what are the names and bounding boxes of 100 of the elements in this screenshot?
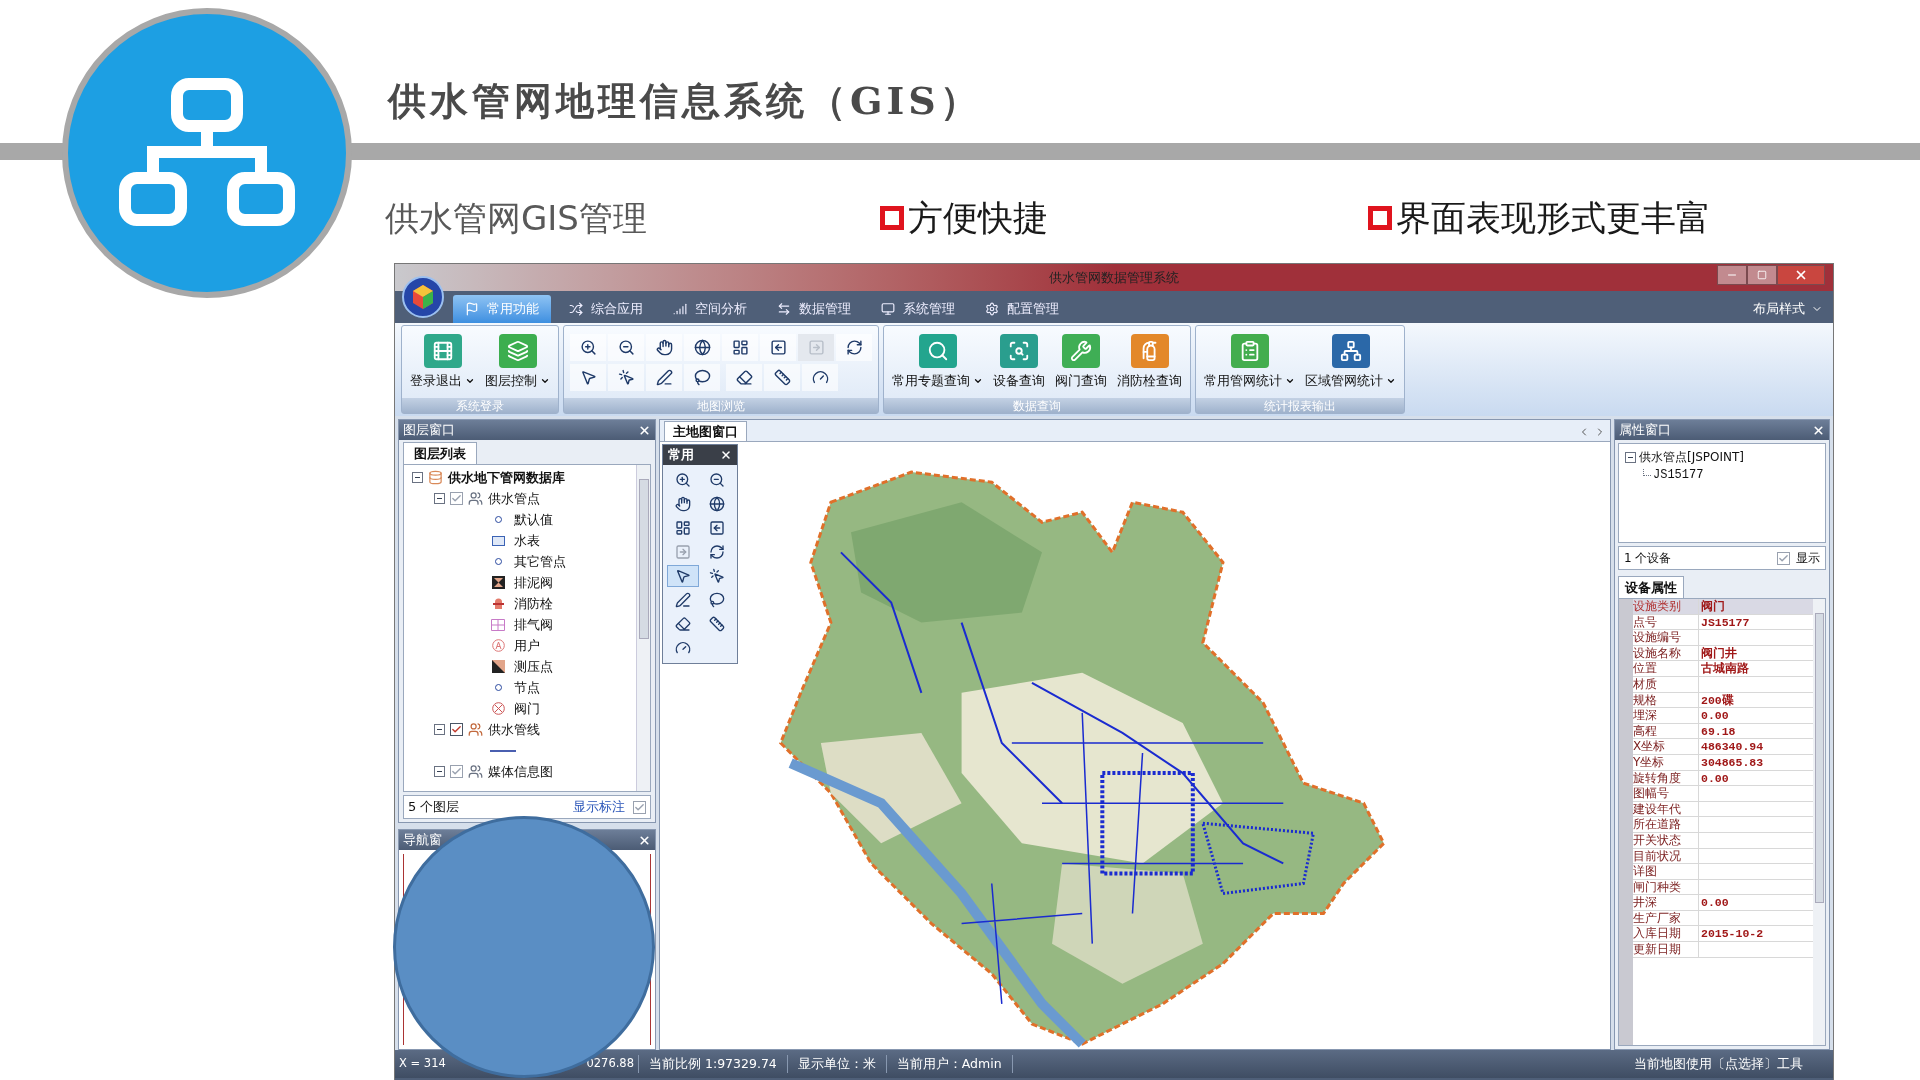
property-name[interactable]: 建设年代 — [1633, 801, 1699, 817]
checkbox[interactable] — [633, 800, 646, 814]
expand-toggle[interactable] — [434, 493, 445, 504]
property-name[interactable]: 埋深 — [1633, 708, 1699, 723]
scrollbar[interactable] — [1813, 599, 1825, 1045]
status-text: 显示单位：米 — [787, 1054, 887, 1074]
hand-icon[interactable] — [646, 333, 682, 361]
property-name[interactable]: 旋转角度 — [1633, 770, 1699, 786]
property-name[interactable]: 所在道路 — [1633, 817, 1699, 832]
property-name[interactable]: 目前状况 — [1633, 848, 1699, 864]
property-name[interactable]: 位置 — [1633, 661, 1699, 676]
property-name[interactable]: 生产厂家 — [1633, 910, 1699, 926]
minimize-button[interactable] — [1717, 265, 1747, 285]
database-icon — [428, 470, 443, 485]
layer-label[interactable]: 媒体信息图 — [488, 761, 553, 782]
property-name[interactable]: 设施名称 — [1633, 645, 1699, 661]
panel-tab[interactable]: 设备属性 — [1618, 576, 1684, 598]
layer-label[interactable]: 供水管线 — [488, 719, 540, 740]
show-labels-link[interactable]: 显示标注 — [573, 797, 625, 817]
ribbon-button[interactable]: 设备查询 — [991, 333, 1047, 391]
ribbon-button[interactable]: 常用专题查询 — [890, 333, 985, 391]
eraser-icon[interactable] — [726, 363, 762, 391]
pointer-icon[interactable] — [667, 565, 699, 587]
zoom-in-icon[interactable] — [570, 333, 606, 361]
app-logo-icon — [401, 275, 445, 319]
property-name[interactable]: 开关状态 — [1633, 832, 1699, 848]
grid-icon[interactable] — [722, 333, 758, 361]
menu-tab[interactable]: 数据管理 — [765, 295, 863, 323]
zoom-out-icon[interactable] — [608, 333, 644, 361]
layer-label[interactable]: 供水管点 — [488, 488, 540, 509]
ribbon-button[interactable]: 阀门查询 — [1053, 333, 1109, 391]
lasso-icon[interactable] — [684, 363, 720, 391]
menu-tab[interactable]: 系统管理 — [869, 295, 967, 323]
caret-icon — [540, 376, 550, 386]
menu-tab[interactable]: 综合应用 — [557, 295, 655, 323]
close-icon[interactable] — [638, 423, 651, 437]
menu-tab[interactable]: 配置管理 — [973, 295, 1071, 323]
cross-circle-symbol — [491, 702, 505, 715]
property-name[interactable]: 更新日期 — [1633, 942, 1699, 957]
gauge-icon[interactable] — [802, 363, 838, 391]
database-label[interactable]: 供水地下管网数据库 — [448, 467, 565, 488]
feature-layer-label[interactable]: 供水管点[JSPOINT] — [1639, 448, 1745, 466]
checkbox[interactable] — [1777, 551, 1790, 565]
menu-tab[interactable]: 空间分析 — [661, 295, 759, 323]
ribbon-button[interactable]: 常用管网统计 — [1202, 333, 1297, 391]
ribbon-button[interactable]: 图层控制 — [483, 333, 552, 391]
pointer-click-icon[interactable] — [608, 363, 644, 391]
scrollbar[interactable] — [636, 465, 650, 791]
close-icon[interactable] — [1812, 423, 1825, 437]
layer-checkbox[interactable] — [450, 723, 463, 736]
close-icon[interactable] — [638, 833, 651, 847]
property-name[interactable]: 设施类别 — [1633, 599, 1699, 614]
property-name[interactable]: 图幅号 — [1633, 786, 1699, 801]
ruler-icon[interactable] — [764, 363, 800, 391]
legend-label: 其它管点 — [514, 552, 566, 571]
property-name[interactable]: 点号 — [1633, 614, 1699, 630]
layer-checkbox[interactable] — [450, 492, 463, 505]
property-value: 69.18 — [1700, 723, 1736, 739]
property-name[interactable]: 规格 — [1633, 692, 1699, 708]
expand-toggle[interactable] — [412, 472, 423, 483]
hydrant-symbol — [491, 597, 505, 610]
close-button[interactable] — [1777, 265, 1825, 285]
layout-menu[interactable]: 布局样式 — [1753, 295, 1823, 323]
network-icon — [1331, 333, 1370, 368]
close-icon[interactable] — [720, 449, 732, 461]
panel-title: 导航窗 — [403, 831, 442, 850]
property-name[interactable]: 高程 — [1633, 723, 1699, 739]
panel-tab[interactable]: 图层列表 — [403, 442, 477, 464]
maximize-icon — [1757, 270, 1767, 280]
property-name[interactable]: Y坐标 — [1633, 754, 1699, 770]
property-name[interactable]: 井深 — [1633, 895, 1699, 910]
feature-id[interactable]: JS15177 — [1653, 466, 1704, 484]
ribbon-button[interactable]: 消防栓查询 — [1115, 333, 1184, 391]
ribbon-button[interactable]: 登录退出 — [408, 333, 477, 391]
property-value: 0.00 — [1700, 895, 1729, 910]
property-name[interactable]: X坐标 — [1633, 739, 1699, 754]
coordinate-text: 0276.88 — [586, 1055, 634, 1073]
globe-icon[interactable] — [684, 333, 720, 361]
property-name[interactable]: 设施编号 — [1633, 630, 1699, 645]
maximize-button[interactable] — [1747, 265, 1777, 285]
ribbon-button[interactable]: 区域管网统计 — [1303, 333, 1398, 391]
status-text: 当前地图使用〔点选择〕工具 — [1634, 1054, 1804, 1073]
layer-count: 5 个图层 — [408, 798, 460, 817]
arrow-left-icon[interactable] — [760, 333, 796, 361]
pointer-icon[interactable] — [570, 363, 606, 391]
pen-icon[interactable] — [646, 363, 682, 391]
refresh-icon[interactable] — [836, 333, 872, 361]
group-label: 地图浏览 — [697, 399, 745, 412]
property-name[interactable]: 闸门种类 — [1633, 879, 1699, 895]
layer-checkbox[interactable] — [450, 765, 463, 778]
expand-toggle[interactable] — [434, 724, 445, 735]
property-value: 200碟 — [1700, 692, 1734, 708]
expand-toggle[interactable] — [1625, 451, 1636, 463]
property-name[interactable]: 材质 — [1633, 676, 1699, 692]
film-icon — [423, 333, 462, 368]
legend-label: 测压点 — [514, 657, 553, 676]
property-name[interactable]: 详图 — [1633, 864, 1699, 879]
expand-toggle[interactable] — [434, 766, 445, 777]
property-name[interactable]: 入库日期 — [1633, 926, 1699, 942]
map-tab[interactable]: 主地图窗口 — [664, 421, 747, 441]
